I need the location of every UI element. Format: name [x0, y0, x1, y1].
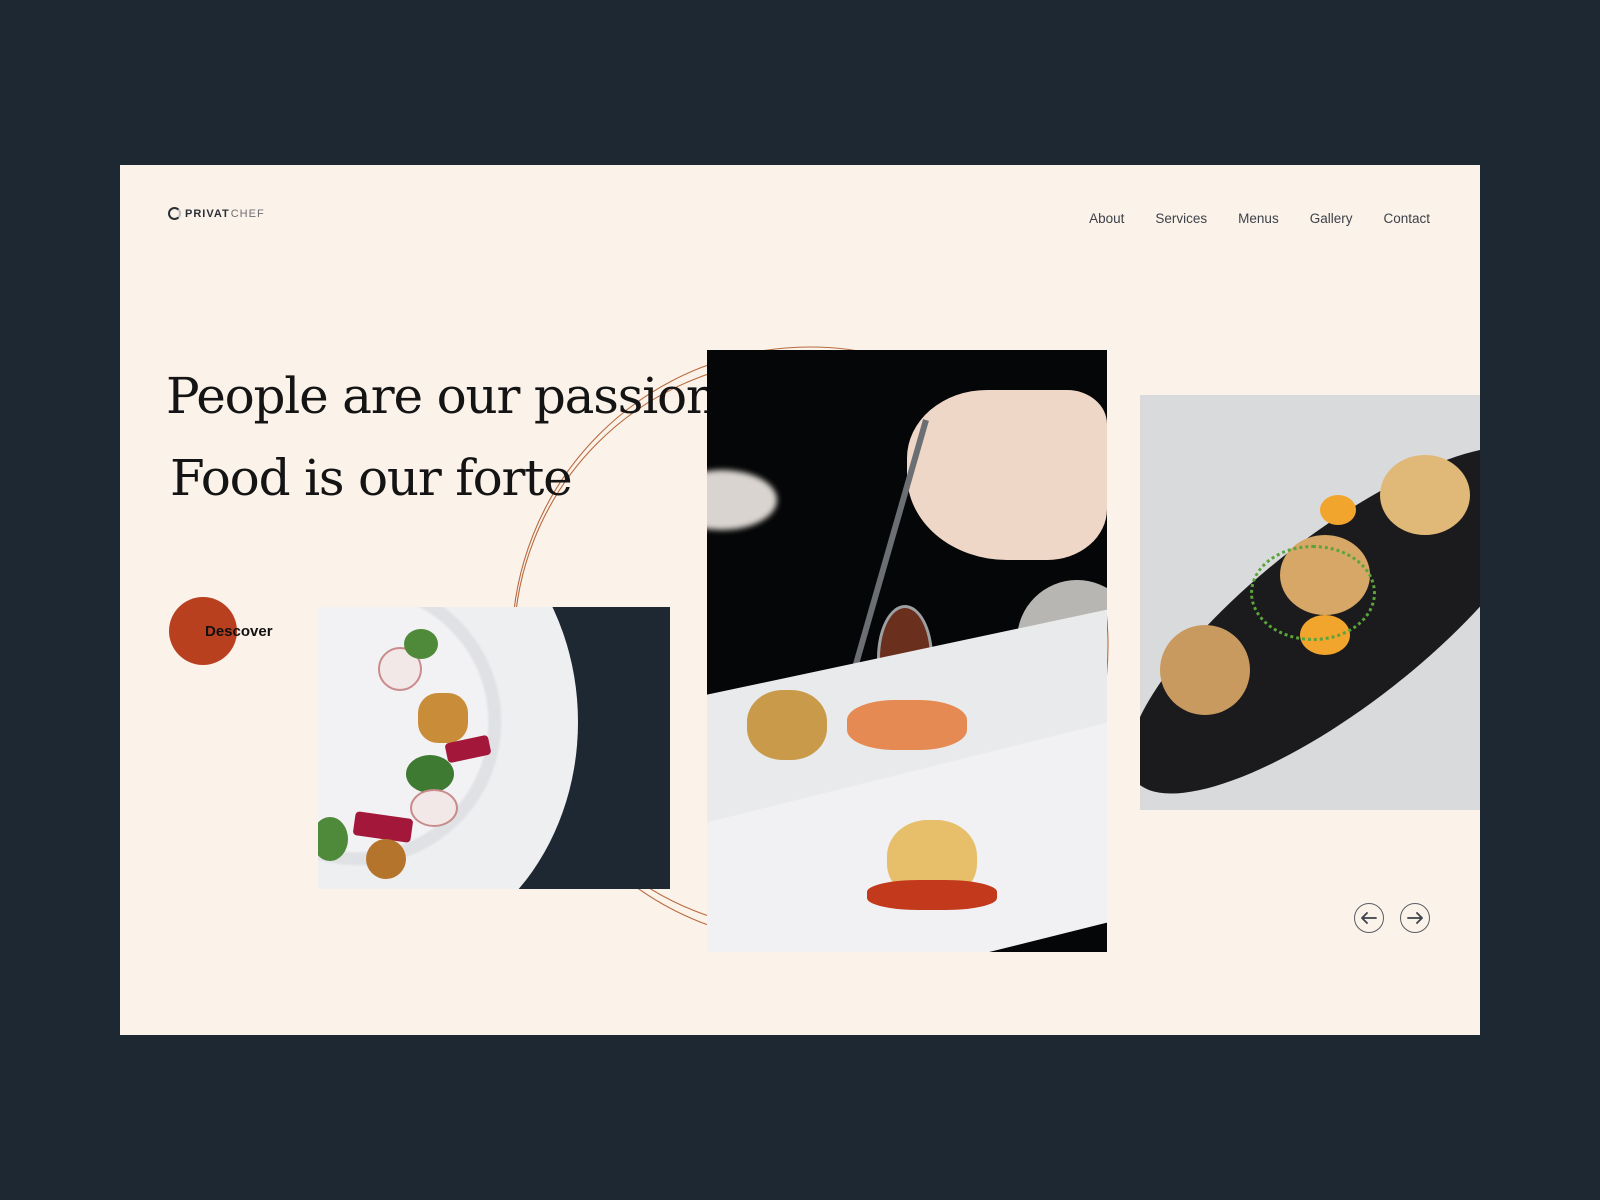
arrow-right-icon [1407, 912, 1423, 924]
arrow-left-icon [1361, 912, 1377, 924]
fried-bite [366, 839, 406, 879]
leaf [404, 629, 438, 659]
fried-bite [418, 693, 468, 743]
food-portion [847, 700, 967, 750]
puree-dot [1320, 495, 1356, 525]
microgreens [1250, 545, 1376, 641]
gallery-image-chef-plating [707, 350, 1107, 952]
gloved-hand [907, 390, 1107, 560]
nav-menus[interactable]: Menus [1238, 211, 1279, 226]
sauce [867, 880, 997, 910]
scallop [1160, 625, 1250, 715]
nav-about[interactable]: About [1089, 211, 1124, 226]
nav-gallery[interactable]: Gallery [1310, 211, 1353, 226]
brand-logo[interactable]: PRIVAT CHEF [168, 207, 265, 220]
landing-page: PRIVAT CHEF About Services Menus Gallery… [120, 165, 1480, 1035]
scallop [1380, 455, 1470, 535]
ring-logo-icon [168, 207, 181, 220]
leaf [406, 755, 454, 793]
next-button[interactable] [1400, 903, 1430, 933]
brand-name-bold: PRIVAT [185, 207, 230, 220]
gallery-image-salad [318, 607, 670, 889]
main-nav: About Services Menus Gallery Contact [1058, 211, 1430, 226]
discover-label: Descover [205, 622, 273, 640]
radish-slice [410, 789, 458, 827]
nav-services[interactable]: Services [1155, 211, 1207, 226]
prev-button[interactable] [1354, 903, 1384, 933]
headline-line-2: Food is our forte [170, 449, 573, 507]
gallery-image-scallops [1140, 395, 1480, 810]
hero-headline: People are our passion Food is our forte [166, 355, 718, 519]
discover-button[interactable]: Descover [169, 597, 273, 665]
blurred-plate [707, 470, 777, 530]
gallery-controls [1354, 903, 1430, 933]
brand-name-light: CHEF [230, 207, 265, 220]
headline-line-1: People are our passion [166, 367, 718, 425]
nav-contact[interactable]: Contact [1383, 211, 1430, 226]
food-portion [747, 690, 827, 760]
